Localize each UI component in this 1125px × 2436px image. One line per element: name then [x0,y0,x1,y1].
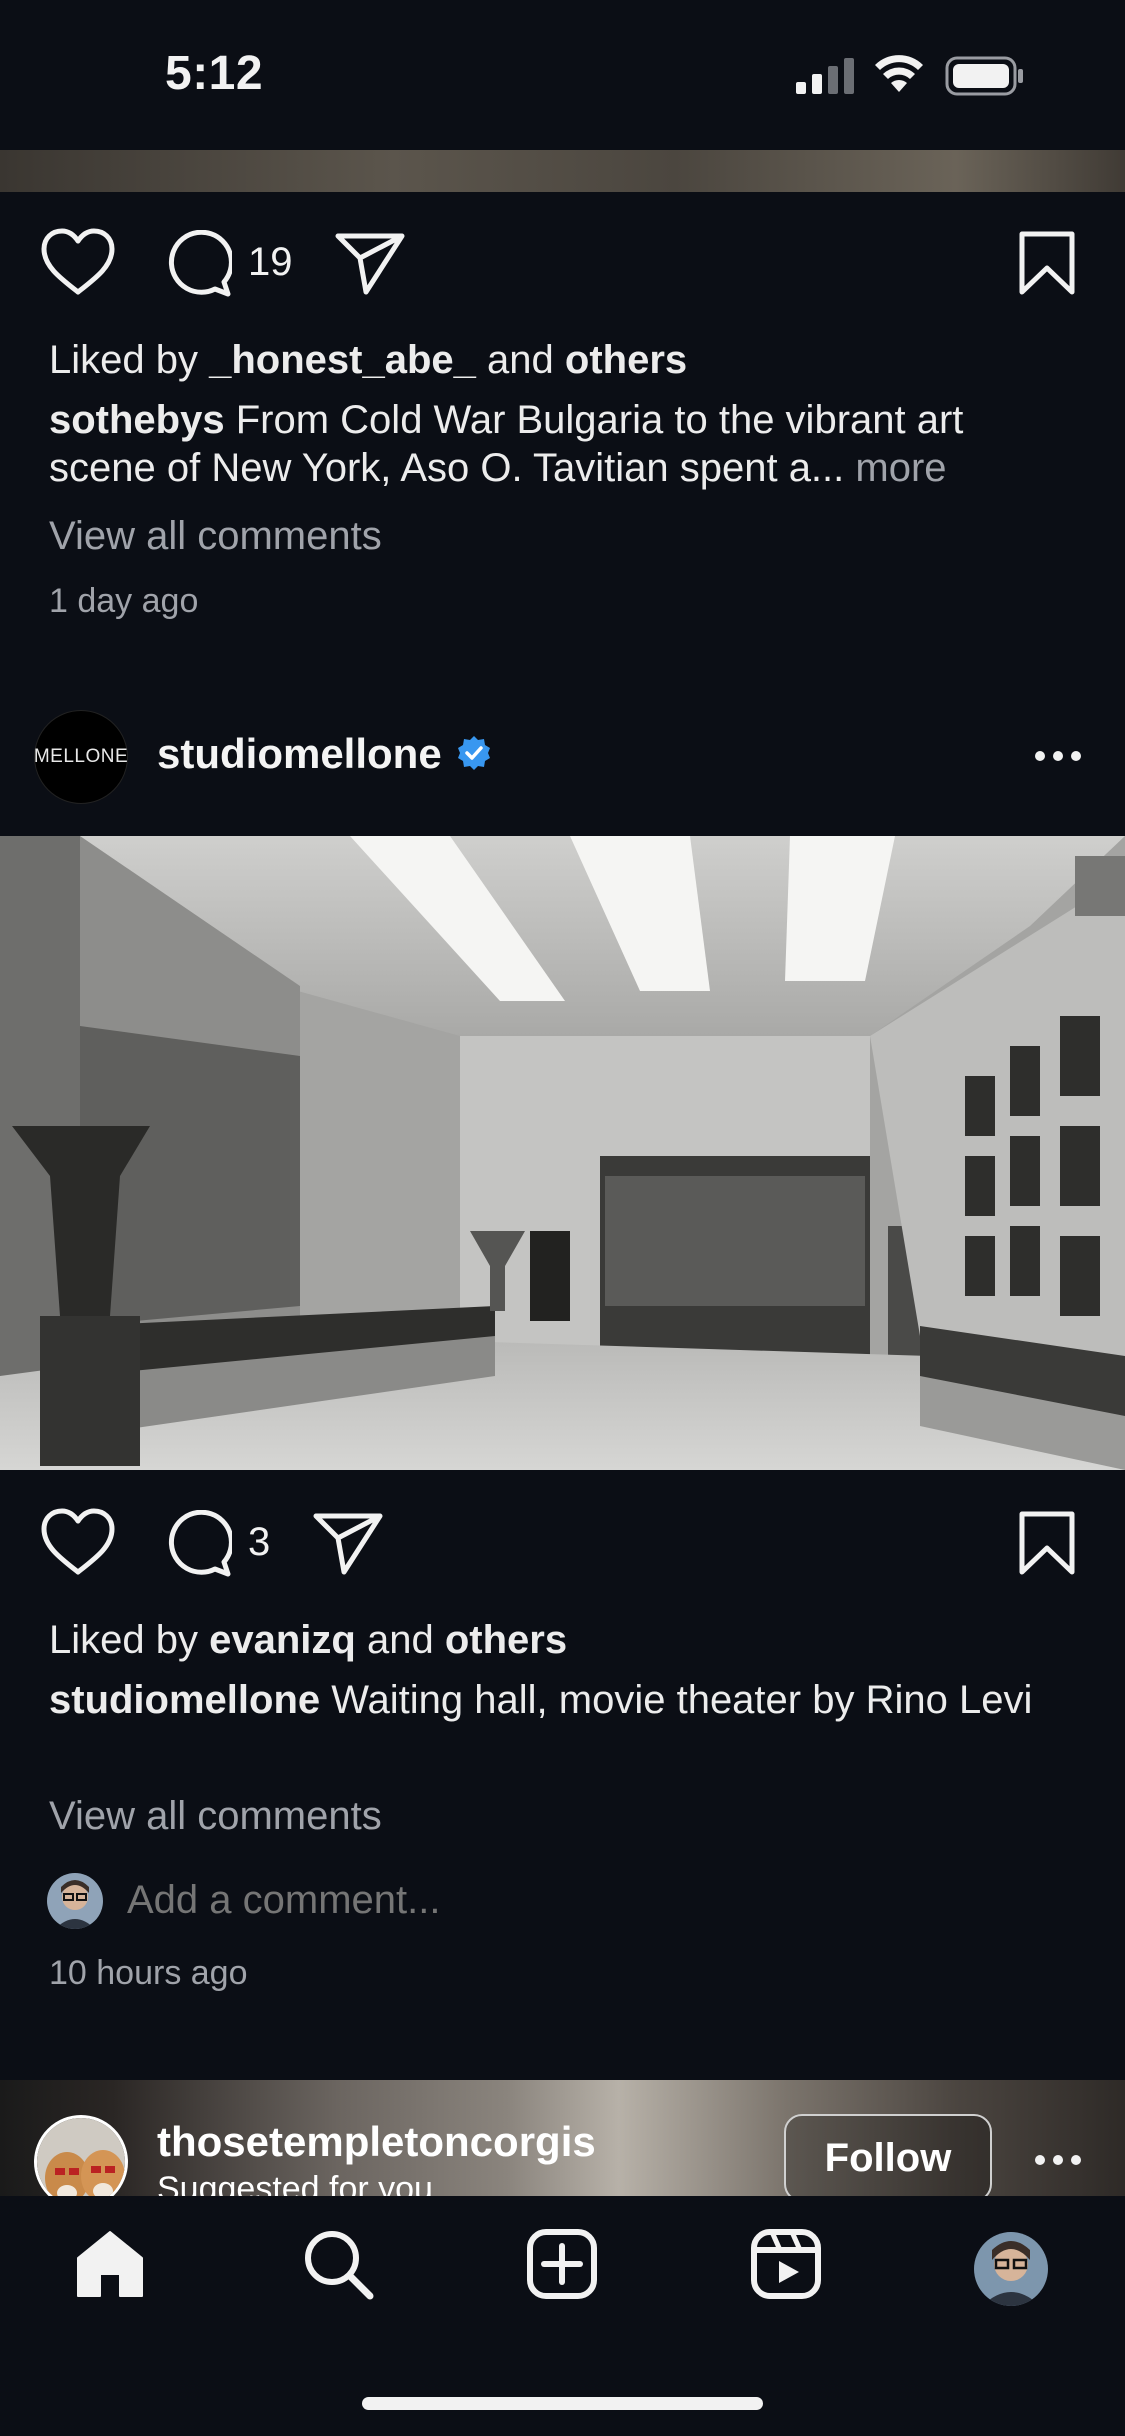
status-time: 5:12 [165,47,264,100]
liked-by-and: and [366,1618,434,1662]
post-timestamp: 10 hours ago [49,1954,248,1992]
comment-count: 3 [248,1520,271,1564]
add-comment-input[interactable] [127,1878,727,1923]
suggested-username[interactable]: thosetempletoncorgis [157,2118,596,2166]
suggested-user-avatar[interactable] [34,2115,128,2209]
liked-by[interactable]: Liked by _honest_abe_ and others [49,336,687,384]
liked-by-and: and [487,338,554,382]
profile-avatar[interactable] [974,2232,1048,2306]
caption-more-link[interactable]: more [855,446,946,490]
liked-by-others[interactable]: others [445,1618,567,1662]
cellular-signal-icon [796,58,854,94]
like-icon[interactable] [40,228,116,296]
add-post-icon[interactable] [526,2228,598,2300]
post-timestamp: 1 day ago [49,582,199,620]
view-all-comments-link[interactable]: View all comments [49,512,382,560]
comment-count: 19 [248,240,293,284]
caption-username[interactable]: sothebys [49,398,225,442]
wifi-icon [875,55,923,92]
avatar-logo-text: MELLONE [33,746,129,767]
share-icon[interactable] [312,1512,384,1576]
comment-icon[interactable] [164,1510,232,1578]
save-icon[interactable] [1018,1510,1076,1576]
current-user-avatar [47,1873,103,1929]
post-options-icon[interactable] [1035,751,1081,761]
caption: sothebys From Cold War Bulgaria to the v… [49,396,1079,492]
save-icon[interactable] [1018,230,1076,296]
suggested-options-icon[interactable] [1035,2155,1081,2165]
share-icon[interactable] [334,232,406,296]
reels-icon[interactable] [750,2228,822,2300]
liked-by-prefix: Liked by [49,338,198,382]
avatar[interactable]: MELLONE [34,710,128,804]
caption: studiomellone Waiting hall, movie theate… [49,1676,1049,1724]
liked-by-user[interactable]: _honest_abe_ [209,338,476,382]
liked-by[interactable]: Liked by evanizq and others [49,1616,567,1664]
home-icon[interactable] [74,2228,146,2300]
follow-button[interactable]: Follow [784,2114,992,2202]
previous-post-image[interactable] [0,150,1125,192]
view-all-comments-link[interactable]: View all comments [49,1792,382,1840]
liked-by-user[interactable]: evanizq [209,1618,356,1662]
post-username[interactable]: studiomellone [157,730,442,778]
verified-badge-icon [458,736,490,770]
comment-icon[interactable] [164,230,232,298]
search-icon[interactable] [302,2228,374,2300]
caption-username[interactable]: studiomellone [49,1678,320,1722]
battery-icon [945,56,1023,96]
liked-by-others[interactable]: others [565,338,687,382]
liked-by-prefix: Liked by [49,1618,198,1662]
like-icon[interactable] [40,1508,116,1576]
post-photo[interactable] [0,836,1125,1470]
current-user-avatar-image [47,1873,103,1929]
home-indicator [362,2397,763,2410]
caption-text: Waiting hall, movie theater by Rino Levi [331,1678,1033,1722]
